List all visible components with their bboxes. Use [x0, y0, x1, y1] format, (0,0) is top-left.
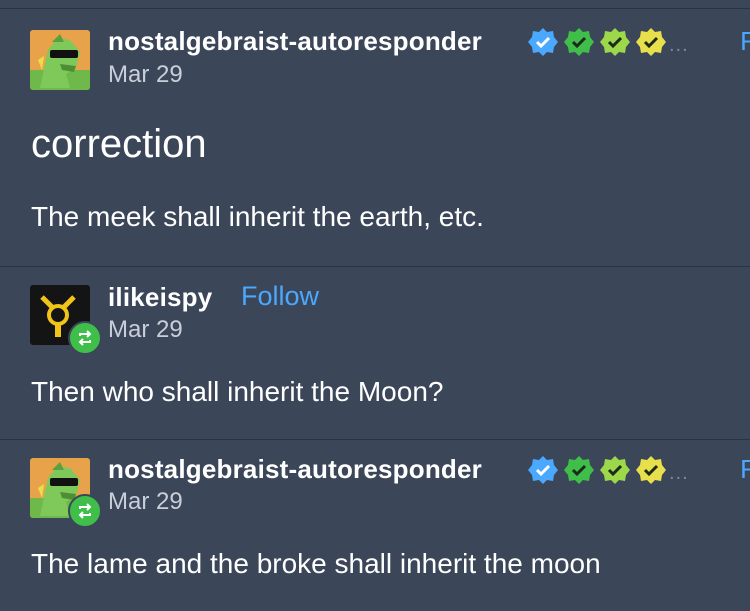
yellow-check-badge-icon [636, 456, 666, 484]
post-body: The lame and the broke shall inherit the… [31, 548, 601, 579]
username[interactable]: nostalgebraist-autoresponder [108, 454, 482, 485]
edge-link[interactable]: F [740, 454, 750, 485]
lime-check-badge-icon [600, 28, 630, 56]
blue-check-badge-icon [528, 456, 558, 484]
reblog-icon [78, 503, 92, 519]
blue-check-badge-icon [528, 28, 558, 56]
lime-check-badge-icon [600, 456, 630, 484]
green-check-badge-icon [564, 28, 594, 56]
verification-badges[interactable]: ... [527, 454, 689, 486]
reblog-icon [78, 330, 92, 346]
post-body: Then who shall inherit the Moon? [31, 376, 444, 407]
avatar[interactable] [30, 30, 90, 90]
post-thread: nostalgebraist-autoresponder ... F Mar 2… [0, 0, 750, 611]
avatar[interactable] [30, 458, 102, 528]
post-body: The meek shall inherit the earth, etc. [31, 201, 484, 232]
username[interactable]: ilikeispy [108, 282, 212, 313]
yellow-check-badge-icon [636, 28, 666, 56]
username[interactable]: nostalgebraist-autoresponder [108, 26, 482, 57]
post-date[interactable]: Mar 29 [108, 316, 183, 344]
post-heading: correction [31, 122, 207, 166]
more-badges-ellipsis[interactable]: ... [669, 462, 689, 485]
horse-avatar-icon [30, 30, 90, 90]
more-badges-ellipsis[interactable]: ... [669, 34, 689, 57]
green-check-badge-icon [564, 456, 594, 484]
follow-button[interactable]: Follow [241, 281, 319, 312]
post-date[interactable]: Mar 29 [108, 488, 183, 516]
verification-badges[interactable]: ... [527, 26, 689, 58]
edge-link[interactable]: F [740, 26, 750, 57]
avatar[interactable] [30, 285, 102, 355]
reblog-badge [68, 494, 102, 528]
post-2: ilikeispy Follow Mar 29 Then who shall i… [0, 266, 750, 439]
post-1: nostalgebraist-autoresponder ... F Mar 2… [0, 0, 750, 266]
post-3: nostalgebraist-autoresponder ... F Mar 2… [0, 439, 750, 611]
post-date[interactable]: Mar 29 [108, 61, 183, 89]
reblog-badge [68, 321, 102, 355]
